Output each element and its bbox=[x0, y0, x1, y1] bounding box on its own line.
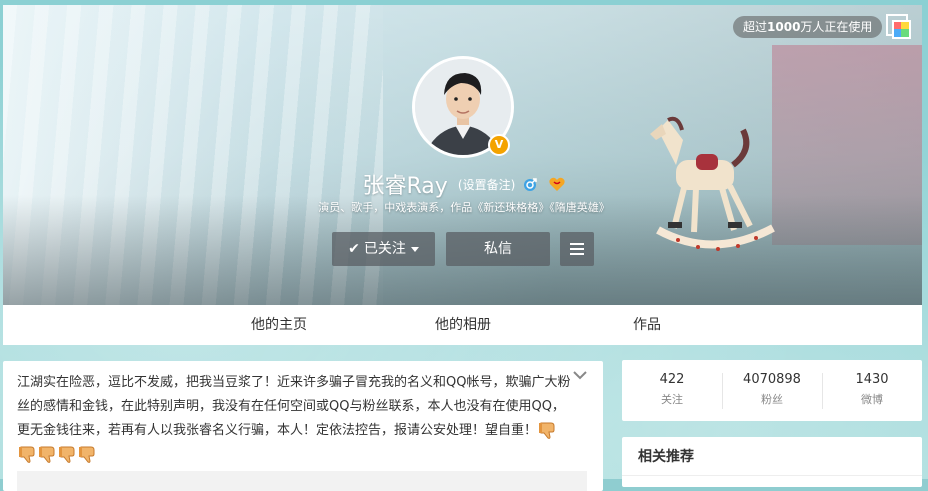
tab-album[interactable]: 他的相册 bbox=[435, 305, 491, 345]
stat-posts-label: 微博 bbox=[861, 393, 883, 406]
profile-name: 张睿Ray bbox=[362, 174, 448, 199]
male-icon bbox=[524, 178, 538, 191]
message-button-label: 私信 bbox=[484, 241, 512, 257]
skin-palette-icon[interactable] bbox=[886, 14, 912, 40]
follow-button[interactable]: ✔ 已关注 bbox=[332, 232, 435, 266]
users-badge-suffix: 万人正在使用 bbox=[800, 20, 873, 34]
stat-followers-value: 4070898 bbox=[743, 372, 801, 387]
announcement-card: 江湖实在险恶，逗比不发威，把我当豆浆了！近来许多骗子冒充我的名义和QQ帐号，欺骗… bbox=[3, 361, 603, 491]
recommend-title: 相关推荐 bbox=[638, 449, 694, 465]
menu-icon bbox=[570, 243, 584, 255]
vip-heart-icon[interactable] bbox=[548, 176, 566, 192]
follow-button-label: 已关注 bbox=[363, 241, 406, 257]
stat-following-label: 关注 bbox=[661, 393, 683, 406]
recommend-divider bbox=[622, 475, 922, 476]
check-icon: ✔ bbox=[348, 241, 360, 257]
recommend-card: 相关推荐 bbox=[622, 437, 922, 487]
thumbs-down-icon bbox=[19, 446, 35, 463]
caret-down-icon bbox=[410, 246, 419, 252]
profile-tab-bar: 他的主页 他的相册 作品 bbox=[3, 305, 922, 345]
stat-followers-label: 粉丝 bbox=[761, 393, 783, 406]
thumbs-down-icon bbox=[539, 422, 555, 439]
thumbs-down-icon bbox=[79, 446, 95, 463]
stats-card: 422 关注 4070898 粉丝 1430 微博 bbox=[622, 360, 922, 421]
verified-badge-icon: V bbox=[488, 134, 510, 156]
stat-following[interactable]: 422 关注 bbox=[622, 372, 722, 408]
thumbs-down-icon bbox=[59, 446, 75, 463]
profile-intro: 演员、歌手，中戏表演系，作品《新还珠格格》《隋唐英雄》 bbox=[318, 201, 610, 214]
tab-works[interactable]: 作品 bbox=[633, 305, 661, 345]
message-button[interactable]: 私信 bbox=[446, 232, 550, 266]
card-bottom-strip bbox=[17, 471, 587, 491]
stat-followers[interactable]: 4070898 粉丝 bbox=[722, 372, 822, 408]
profile-name-row: 张睿Ray (设置备注) bbox=[0, 168, 928, 200]
stat-posts[interactable]: 1430 微博 bbox=[822, 372, 922, 408]
set-remark-link[interactable]: (设置备注) bbox=[458, 178, 515, 192]
chevron-down-icon[interactable] bbox=[573, 369, 587, 381]
more-menu-button[interactable] bbox=[560, 232, 594, 266]
stat-posts-value: 1430 bbox=[855, 372, 889, 387]
users-badge-prefix: 超过 bbox=[743, 20, 768, 34]
users-badge-count: 1000 bbox=[767, 20, 801, 34]
thumbs-down-icon bbox=[39, 446, 55, 463]
tab-home[interactable]: 他的主页 bbox=[251, 305, 307, 345]
stat-following-value: 422 bbox=[659, 372, 685, 387]
users-count-badge: 超过1000万人正在使用 bbox=[733, 16, 883, 38]
announcement-text-block: 江湖实在险恶，逗比不发威，把我当豆浆了！近来许多骗子冒充我的名义和QQ帐号，欺骗… bbox=[17, 371, 573, 467]
announcement-text: 江湖实在险恶，逗比不发威，把我当豆浆了！近来许多骗子冒充我的名义和QQ帐号，欺骗… bbox=[17, 375, 571, 438]
